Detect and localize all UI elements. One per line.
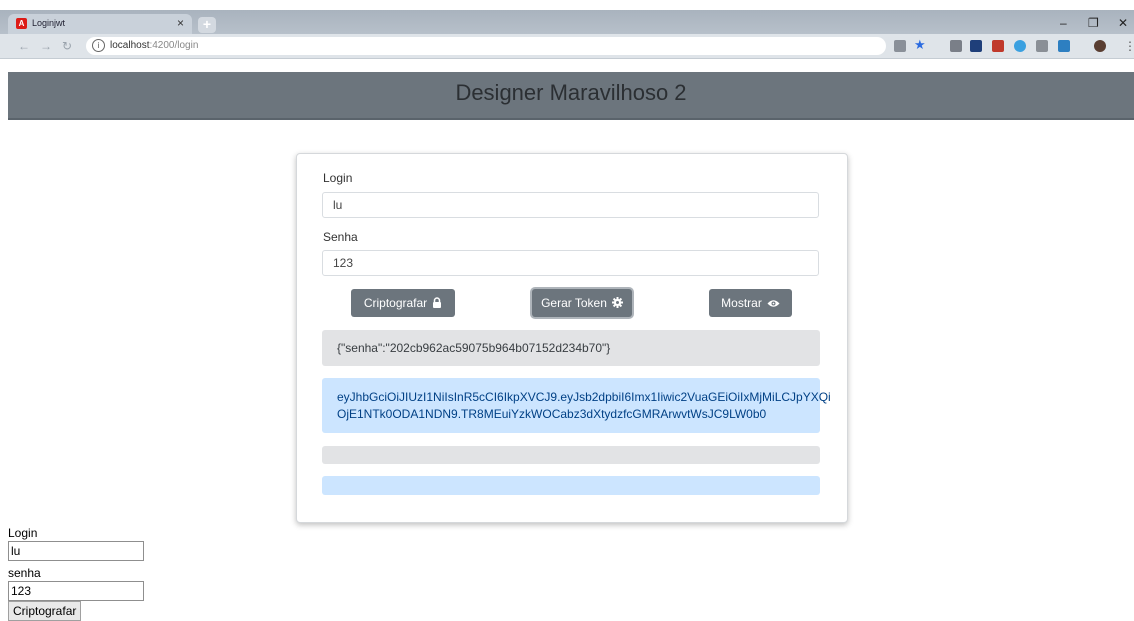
token-output: eyJhbGciOiJIUzI1NiIsInR5cCI6IkpXVCJ9.eyJ… <box>322 378 831 433</box>
back-icon[interactable]: ← <box>18 39 30 53</box>
browser-tab[interactable]: A Loginjwt × <box>8 14 192 34</box>
browser-toolbar: ← → ↻ i localhost:4200/login ★ ⋮ <box>0 34 1134 59</box>
menu-icon[interactable]: ⋮ <box>1124 39 1134 53</box>
lock-icon <box>432 290 442 318</box>
tab-close-icon[interactable]: × <box>177 16 184 30</box>
hash-output: {"senha":"202cb962ac59075b964b07152d234b… <box>322 330 820 366</box>
new-tab-button[interactable]: + <box>198 17 216 33</box>
empty-blue-output <box>322 476 820 495</box>
close-window-icon[interactable]: ✕ <box>1118 16 1128 30</box>
app-header: Designer Maravilhoso 2 <box>8 72 1134 120</box>
login-input[interactable]: lu <box>322 192 819 218</box>
encrypt-button[interactable]: Criptografar <box>351 289 455 317</box>
gear-icon <box>611 290 623 318</box>
login-label: Login <box>323 171 353 185</box>
senha-input[interactable]: 123 <box>322 250 819 276</box>
bookmark-star-icon[interactable]: ★ <box>914 37 926 53</box>
token-output-line: OjE1NTk0ODA1NDN9.TR8MEuiYzkWOCabz3dXtydz… <box>337 407 767 421</box>
extension-icon[interactable] <box>1036 40 1048 52</box>
hash-output-text: {"senha":"202cb962ac59075b964b07152d234b… <box>337 341 611 355</box>
reload-icon[interactable]: ↻ <box>62 39 72 53</box>
translate-icon[interactable] <box>894 40 906 52</box>
empty-grey-output <box>322 446 820 464</box>
generate-token-button[interactable]: Gerar Token <box>532 289 632 317</box>
raw-senha-input[interactable]: 123 <box>8 581 144 601</box>
page-title: Designer Maravilhoso 2 <box>455 80 687 105</box>
url-path: :4200/login <box>149 40 199 51</box>
raw-login-label: Login <box>8 526 38 540</box>
extension-icon[interactable] <box>950 40 962 52</box>
maximize-icon[interactable]: ❐ <box>1088 16 1099 30</box>
sync-extension-icon[interactable] <box>1014 40 1026 52</box>
raw-encrypt-button[interactable]: Criptografar <box>8 601 82 621</box>
raw-senha-label: senha <box>8 566 41 580</box>
profile-avatar[interactable] <box>1094 40 1106 52</box>
extension-icon[interactable] <box>970 40 982 52</box>
url-text: localhost:4200/login <box>110 40 198 51</box>
encrypt-button-label: Criptografar <box>363 296 428 310</box>
senha-label: Senha <box>323 230 358 244</box>
trello-extension-icon[interactable] <box>1058 40 1070 52</box>
token-output-line: eyJhbGciOiJIUzI1NiIsInR5cCI6IkpXVCJ9.eyJ… <box>337 390 831 404</box>
raw-login-input[interactable]: lu <box>8 541 144 561</box>
pdf-extension-icon[interactable] <box>992 40 1004 52</box>
forward-icon[interactable]: → <box>40 39 52 53</box>
minimize-icon[interactable]: – <box>1060 16 1067 30</box>
tab-title: Loginjwt <box>32 18 66 28</box>
url-host: localhost <box>110 40 150 51</box>
generate-token-button-label: Gerar Token <box>541 296 607 310</box>
login-card: Login lu Senha 123 Criptografar Gerar To… <box>296 153 848 523</box>
address-bar[interactable]: i localhost:4200/login <box>86 37 886 55</box>
show-button[interactable]: Mostrar <box>709 289 792 317</box>
info-icon[interactable]: i <box>92 39 105 52</box>
browser-tab-bar: A Loginjwt × + – ❐ ✕ <box>0 10 1134 34</box>
angular-favicon-icon: A <box>16 18 27 29</box>
show-button-label: Mostrar <box>721 296 762 310</box>
eye-icon <box>767 290 780 318</box>
